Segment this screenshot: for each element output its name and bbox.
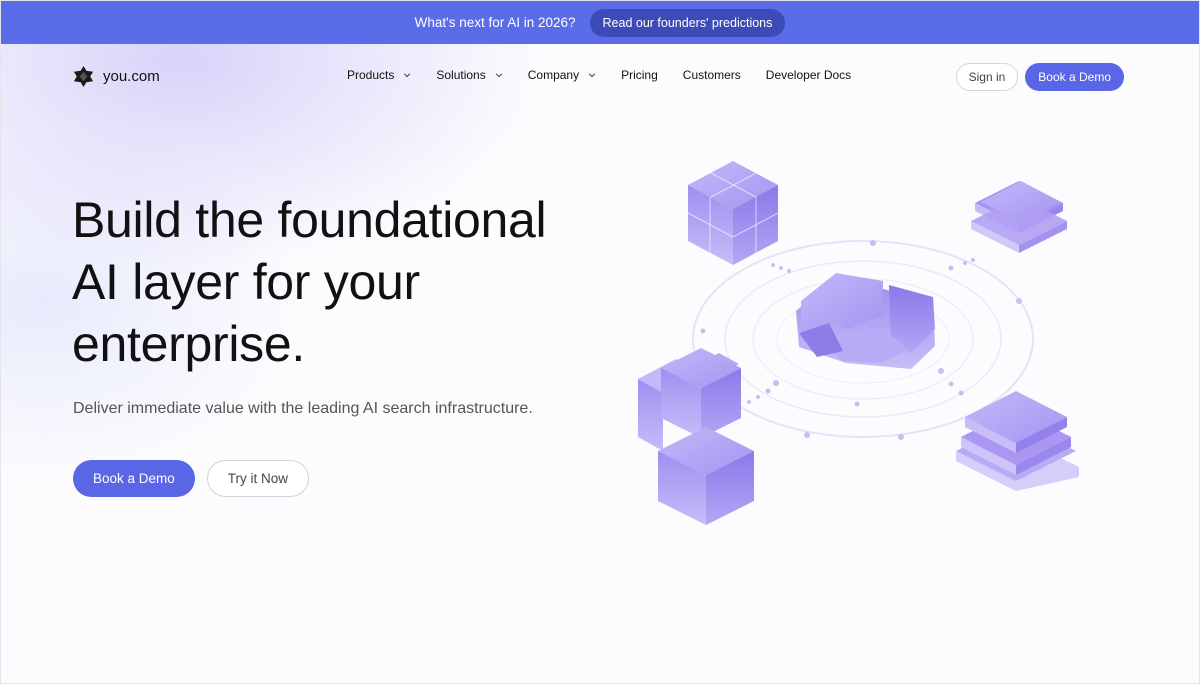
nav-item-label: Pricing [621, 68, 658, 82]
page: What's next for AI in 2026? Read our fou… [0, 0, 1200, 684]
cube-cluster-bottom-left [638, 348, 754, 525]
main-menu: Products Solutions Company Pricing Custo… [347, 68, 876, 82]
top-navigation: you.com Products Solutions Company Prici… [1, 44, 1199, 110]
nav-item-company[interactable]: Company [528, 68, 596, 82]
slab-stack-bottom-right [956, 391, 1079, 491]
nav-item-label: Developer Docs [765, 68, 852, 82]
announcement-cta-button[interactable]: Read our founders' predictions [589, 8, 786, 37]
announcement-text: What's next for AI in 2026? [414, 15, 576, 30]
nav-item-products[interactable]: Products [347, 68, 411, 82]
chevron-down-icon [404, 73, 411, 78]
slab-stack-top-right [971, 181, 1067, 253]
logo-text: you.com [103, 68, 160, 85]
nav-item-developer-docs[interactable]: Developer Docs [766, 68, 851, 82]
nav-actions: Sign in Book a Demo [955, 63, 1124, 91]
book-demo-nav-button[interactable]: Book a Demo [1025, 63, 1124, 91]
nav-item-pricing[interactable]: Pricing [621, 68, 658, 82]
chevron-down-icon [495, 73, 502, 78]
chevron-down-icon [588, 73, 596, 78]
nav-item-label: Solutions [436, 68, 486, 82]
hero-title: Build the foundational AI layer for your… [72, 189, 632, 375]
cube-cluster-top-left [687, 161, 779, 265]
you-logo-icon [73, 65, 94, 88]
nav-item-label: Products [347, 68, 395, 82]
sign-in-button[interactable]: Sign in [955, 63, 1019, 91]
logo[interactable]: you.com [72, 65, 160, 88]
hero-subtitle: Deliver immediate value with the leading… [73, 400, 533, 417]
hero-title-line: enterprise. [72, 316, 305, 372]
hero-title-line: Build the foundational [72, 192, 547, 248]
central-logo-block [796, 273, 935, 369]
nav-item-solutions[interactable]: Solutions [436, 68, 502, 82]
hero-illustration [638, 161, 1079, 525]
hero-title-line: AI layer for your [72, 254, 420, 310]
hero-actions: Book a Demo Try it Now [73, 460, 310, 497]
nav-item-label: Company [527, 68, 580, 82]
book-demo-button[interactable]: Book a Demo [73, 460, 195, 497]
nav-item-customers[interactable]: Customers [683, 68, 741, 82]
try-it-now-button[interactable]: Try it Now [206, 460, 310, 497]
nav-item-label: Customers [682, 68, 741, 82]
announcement-bar: What's next for AI in 2026? Read our fou… [1, 1, 1199, 44]
